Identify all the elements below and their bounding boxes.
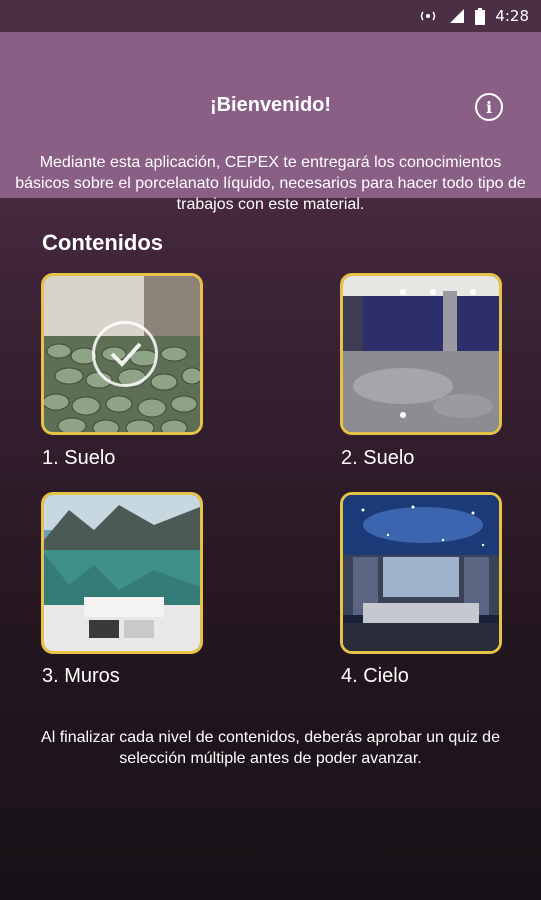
section-title: Contenidos — [42, 230, 163, 255]
battery-icon — [475, 7, 486, 25]
tile-4-image — [343, 495, 499, 651]
content-tile-4[interactable] — [340, 492, 502, 654]
welcome-header: ¡Bienvenido! i Mediante esta aplicación,… — [0, 32, 541, 213]
clock: 4:28 — [495, 7, 529, 25]
tile-2-label[interactable]: 2. Suelo — [341, 447, 414, 470]
footer-note: Al finalizar cada nivel de contenidos, d… — [41, 729, 500, 767]
content-tile-1[interactable] — [41, 273, 203, 435]
tile-4-label[interactable]: 4. Cielo — [341, 665, 409, 688]
signal-icon — [449, 8, 465, 24]
tile-3-label[interactable]: 3. Muros — [42, 665, 120, 688]
status-bar: 4:28 — [0, 0, 541, 32]
content-tile-2[interactable] — [340, 273, 502, 435]
content-tile-3[interactable] — [41, 492, 203, 654]
tile-1-label[interactable]: 1. Suelo — [42, 447, 115, 470]
cast-icon — [417, 9, 439, 23]
tile-3-image — [44, 495, 200, 651]
welcome-description: Mediante esta aplicación, CEPEX te entre… — [15, 154, 526, 213]
completed-check-icon — [92, 321, 158, 387]
page-title: ¡Bienvenido! — [209, 94, 332, 116]
info-icon[interactable]: i — [475, 93, 503, 121]
tile-2-image — [343, 276, 499, 432]
